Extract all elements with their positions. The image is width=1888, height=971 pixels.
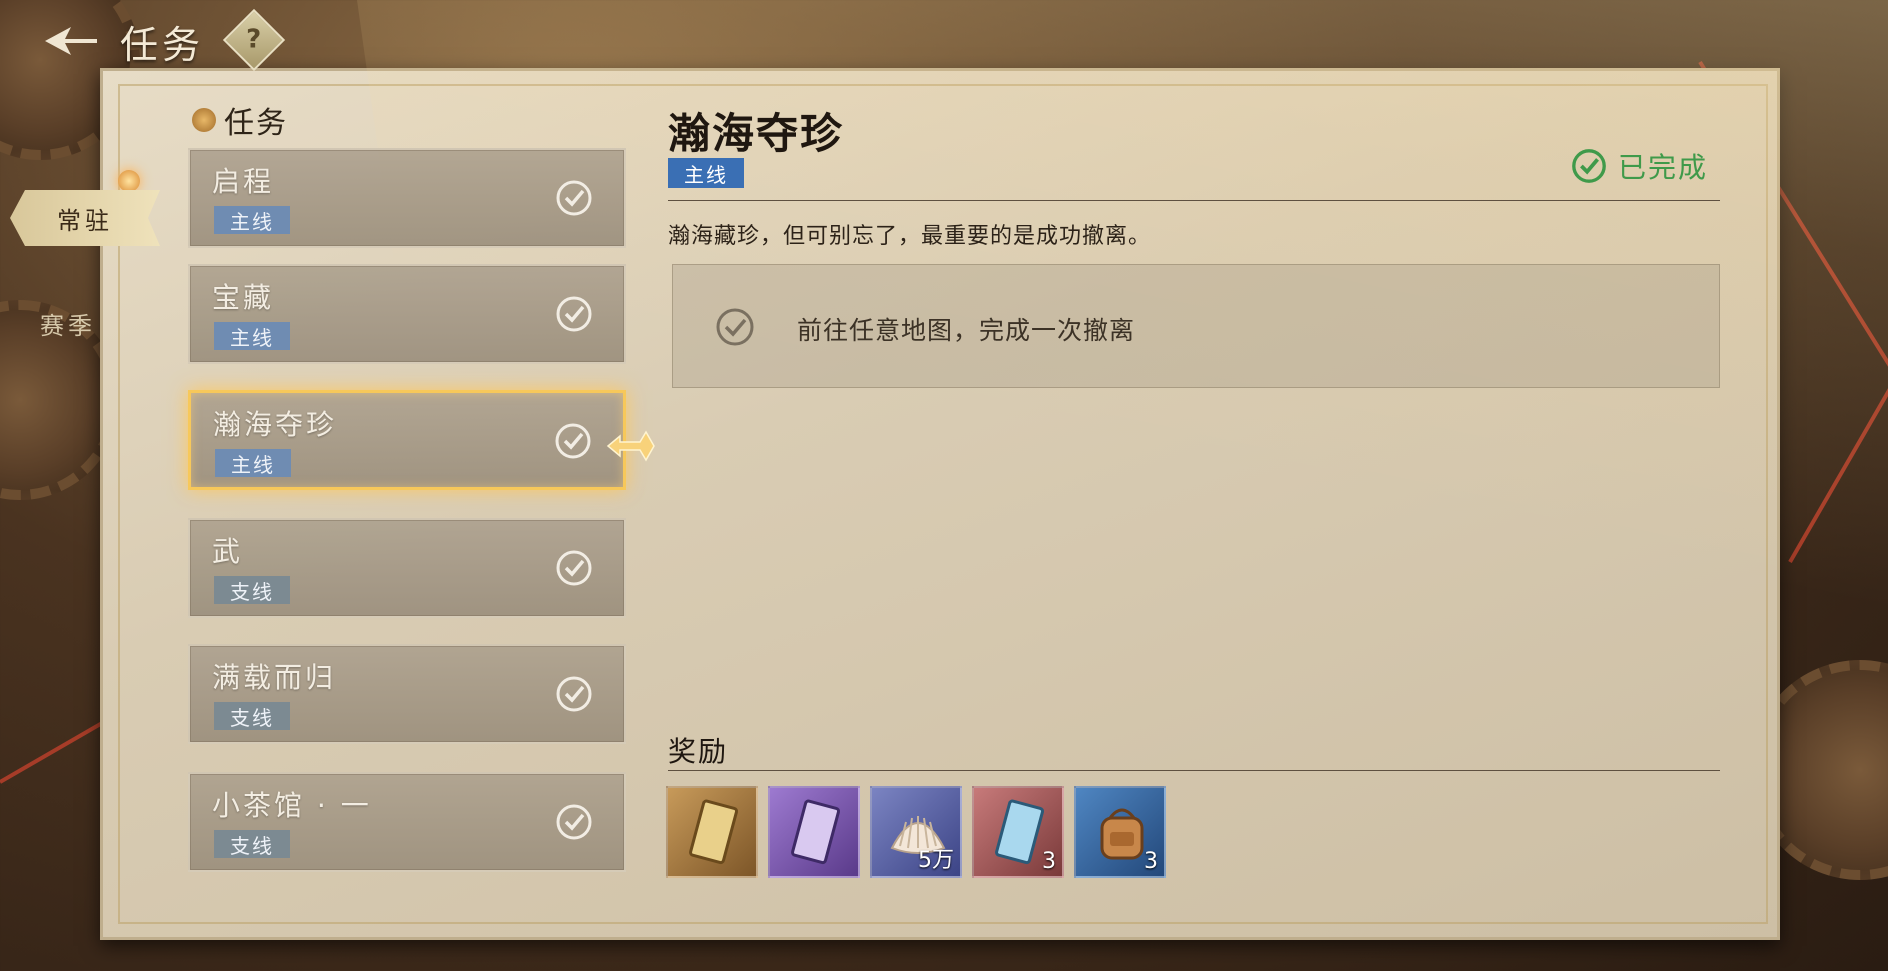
reward-slot[interactable]: 3 — [1074, 786, 1166, 878]
quest-item-xiaochaguan[interactable]: 小茶馆 · 一 支线 — [188, 772, 626, 872]
tab-permanent[interactable]: 常驻 — [10, 190, 160, 246]
quest-list-header: 任务 — [192, 98, 288, 142]
completion-status: 已完成 — [1570, 146, 1708, 186]
quest-tag: 主线 — [214, 322, 290, 350]
purple-card-icon — [791, 799, 841, 865]
divider — [668, 770, 1720, 771]
reward-qty: 3 — [1144, 849, 1158, 874]
quest-detail-tag: 主线 — [668, 158, 744, 188]
status-label: 已完成 — [1618, 151, 1709, 184]
page-title: 任务 — [120, 23, 205, 67]
quest-tag: 主线 — [215, 449, 291, 477]
top-bar: 任务 ? — [0, 0, 1888, 90]
quest-name: 武 — [212, 535, 244, 568]
reward-slot[interactable] — [768, 786, 860, 878]
quest-tag: 支线 — [214, 830, 290, 858]
quest-name: 满载而归 — [212, 661, 337, 694]
objective-row: 前往任意地图，完成一次撤离 — [672, 264, 1720, 388]
quest-tag: 支线 — [214, 702, 290, 730]
check-circle-icon — [556, 676, 592, 712]
quest-item-manzaiergui[interactable]: 满载而归 支线 — [188, 644, 626, 744]
back-button[interactable] — [36, 14, 106, 68]
red-string — [1788, 387, 1888, 563]
quest-name: 启程 — [212, 165, 275, 198]
quest-tag: 主线 — [214, 206, 290, 234]
check-circle-icon — [556, 804, 592, 840]
check-circle-icon — [556, 550, 592, 586]
quest-item-qicheng[interactable]: 启程 主线 — [188, 148, 626, 248]
bullet-icon — [192, 108, 216, 132]
quest-item-wu[interactable]: 武 支线 — [188, 518, 626, 618]
quest-tag: 支线 — [214, 576, 290, 604]
tab-season[interactable]: 赛季 — [40, 306, 96, 341]
reward-qty: 3 — [1042, 849, 1056, 874]
help-icon: ? — [246, 25, 262, 55]
quest-list-title: 任务 — [224, 106, 288, 141]
quest-name: 瀚海夺珍 — [213, 408, 338, 441]
gold-card-icon — [689, 799, 739, 865]
help-button[interactable]: ? — [222, 8, 286, 72]
quest-name: 宝藏 — [212, 281, 275, 314]
tab-indicator-dot — [118, 170, 140, 192]
back-arrow-icon — [45, 27, 97, 55]
completed-check-icon — [1572, 149, 1606, 183]
check-circle-icon — [555, 423, 591, 459]
check-circle-icon — [556, 296, 592, 332]
quest-detail-title: 瀚海夺珍 — [668, 109, 845, 158]
quest-item-hanhaiduozhen[interactable]: 瀚海夺珍 主线 — [188, 390, 626, 490]
reward-slot[interactable]: 3 — [972, 786, 1064, 878]
reward-slot[interactable] — [666, 786, 758, 878]
reward-qty: 5万 — [918, 848, 954, 873]
divider — [668, 200, 1720, 201]
reward-slot[interactable]: 5万 — [870, 786, 962, 878]
quest-name: 小茶馆 · 一 — [212, 789, 372, 822]
check-circle-icon — [556, 180, 592, 216]
quest-description: 瀚海藏珍，但可别忘了，最重要的是成功撤离。 — [668, 224, 1152, 249]
objective-check-icon — [716, 308, 754, 346]
objective-text: 前往任意地图，完成一次撤离 — [797, 316, 1136, 345]
quest-item-baozang[interactable]: 宝藏 主线 — [188, 264, 626, 364]
rewards-title: 奖励 — [668, 735, 729, 768]
selection-pointer-icon — [606, 430, 655, 462]
